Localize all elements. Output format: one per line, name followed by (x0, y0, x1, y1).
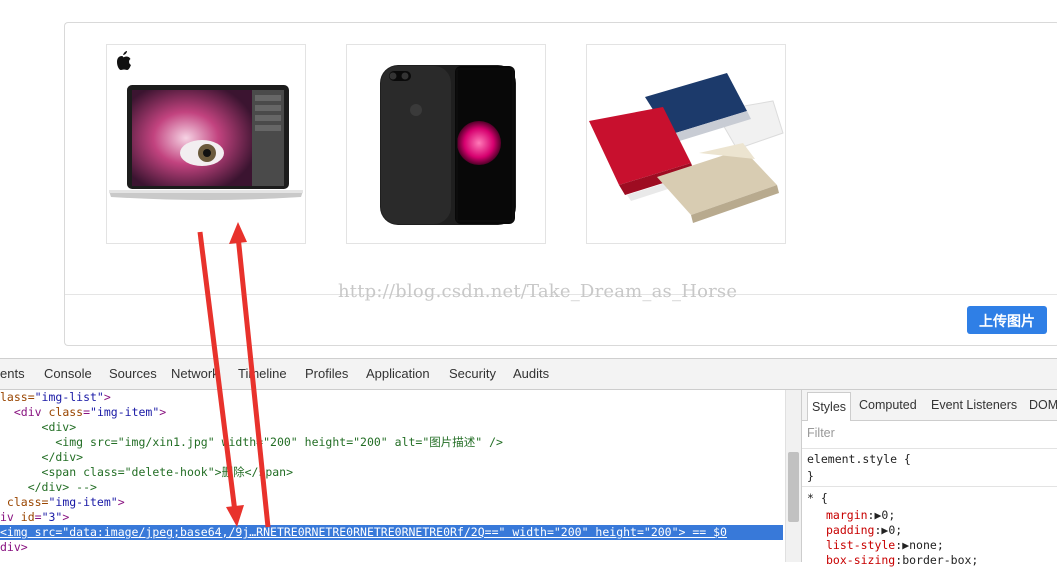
devtools-tab-bar: ents Console Sources Network Timeline Pr… (0, 359, 1057, 390)
dom-line-selected[interactable]: <img src="data:image/jpeg;base64,/9j…RNE… (0, 525, 783, 540)
universal-rule-selector[interactable]: * { (807, 491, 828, 505)
tab-profiles[interactable]: Profiles (305, 359, 348, 389)
css-declaration[interactable]: padding:▶0; (826, 523, 902, 537)
dom-comment-line[interactable]: </div> (0, 450, 84, 465)
asus-laptops-image (589, 73, 784, 223)
css-declaration[interactable]: margin:▶0; (826, 508, 895, 522)
filter-divider (802, 448, 1057, 449)
css-declaration[interactable]: box-sizing:border-box; (826, 553, 978, 567)
styles-tab-bar: Styles Computed Event Listeners DOM (802, 390, 1057, 421)
image-thumb-2[interactable] (346, 44, 546, 244)
dom-line[interactable]: div> (0, 540, 28, 555)
dom-comment-line[interactable]: <img src="img/xin1.jpg" width="200" heig… (0, 435, 503, 450)
css-declaration[interactable]: list-style:▶none; (826, 538, 944, 552)
elements-tree[interactable]: lass="img-list"> <div class="img-item"> … (0, 390, 783, 562)
rule-divider (802, 486, 1057, 487)
tab-elements[interactable]: ents (0, 359, 25, 389)
scrollbar-thumb[interactable] (788, 452, 799, 522)
dom-comment-line[interactable]: </div> --> (0, 480, 97, 495)
styles-filter-input[interactable]: Filter (807, 426, 835, 440)
tab-application[interactable]: Application (366, 359, 430, 389)
macbook-image (109, 51, 303, 200)
watermark: http://blog.csdn.net/Take_Dream_as_Horse (338, 281, 738, 302)
devtools-panel: ents Console Sources Network Timeline Pr… (0, 358, 1057, 567)
dom-comment-line[interactable]: <div> (0, 420, 77, 435)
upload-image-button[interactable]: 上传图片 (967, 306, 1047, 334)
element-style-rule[interactable]: element.style { (807, 452, 911, 466)
tab-audits[interactable]: Audits (513, 359, 549, 389)
tab-security[interactable]: Security (449, 359, 496, 389)
apple-logo-icon (117, 51, 131, 70)
dom-line[interactable]: class="img-item"> (0, 495, 125, 510)
styles-pane: Styles Computed Event Listeners DOM Filt… (801, 390, 1057, 567)
tab-event-listeners[interactable]: Event Listeners (931, 390, 1017, 420)
tab-network[interactable]: Network (171, 359, 219, 389)
tab-sources[interactable]: Sources (109, 359, 157, 389)
tab-dom-breakpoints[interactable]: DOM (1029, 390, 1057, 420)
dom-comment-line[interactable]: <span class="delete-hook">删除</span> (0, 465, 294, 480)
tab-console[interactable]: Console (44, 359, 92, 389)
dom-line[interactable]: lass="img-list"> (0, 390, 111, 405)
tab-computed[interactable]: Computed (859, 390, 917, 420)
dom-line[interactable]: iv id="3"> (0, 510, 69, 525)
element-style-close: } (807, 469, 814, 483)
tab-styles[interactable]: Styles (807, 392, 852, 421)
dom-line[interactable]: <div class="img-item"> (0, 405, 166, 420)
iphone-image (380, 65, 516, 225)
elements-scrollbar[interactable] (785, 390, 801, 562)
image-thumb-1[interactable] (106, 44, 306, 244)
tab-timeline[interactable]: Timeline (238, 359, 287, 389)
image-thumb-3[interactable] (586, 44, 786, 244)
